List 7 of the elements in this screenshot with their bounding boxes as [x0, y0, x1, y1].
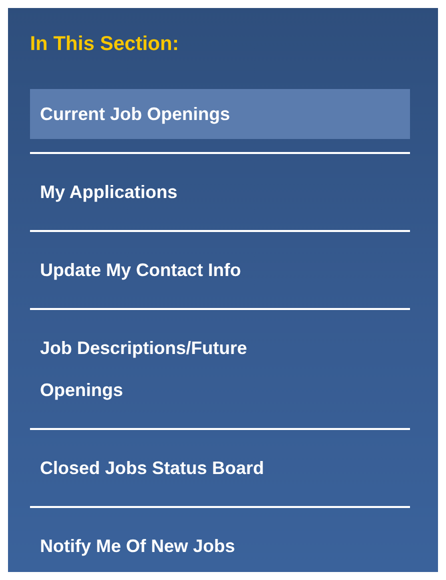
nav-link[interactable]: Closed Jobs Status Board	[30, 443, 410, 493]
nav-link[interactable]: Current Job Openings	[30, 89, 410, 139]
section-title: In This Section:	[30, 32, 180, 57]
nav-link[interactable]: My Applications	[30, 167, 410, 217]
nav-link[interactable]: Update My Contact Info	[30, 245, 410, 295]
nav-link[interactable]: Notify Me Of New Jobs	[30, 521, 410, 571]
nav-link[interactable]: Job Descriptions/Future Openings	[30, 323, 410, 415]
